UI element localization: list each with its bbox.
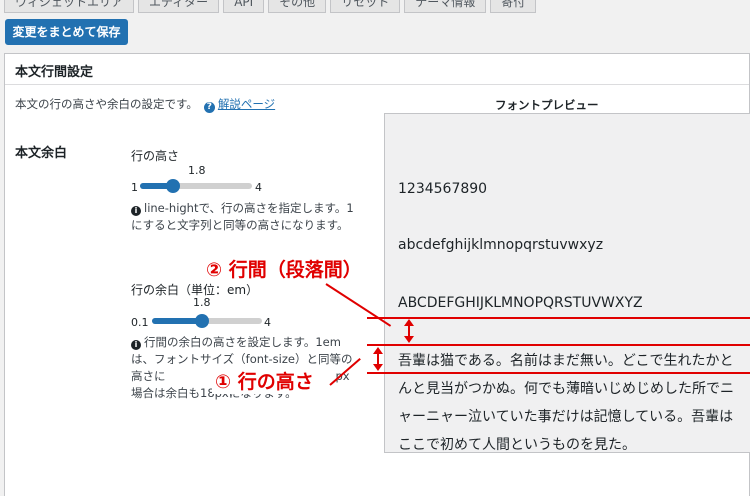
- line-height-max: 4: [255, 181, 262, 194]
- height-arrow-up-icon: [373, 347, 383, 354]
- margin-slider[interactable]: [152, 314, 262, 328]
- line-height-label: 行の高さ: [131, 149, 180, 163]
- preview-title: フォントプレビュー: [495, 98, 599, 112]
- help-link[interactable]: 解説ページ: [218, 97, 275, 111]
- margin-min: 0.1: [131, 316, 149, 329]
- section-divider: [5, 84, 749, 85]
- tab-reset[interactable]: リセット: [330, 0, 401, 13]
- line-height-min: 1: [131, 181, 138, 194]
- body-margin-label: 本文余白: [15, 146, 68, 161]
- margin-slider-thumb[interactable]: [195, 314, 209, 328]
- line-height-slider-thumb[interactable]: [166, 179, 180, 193]
- annotation-line-2: [367, 344, 750, 346]
- annotation-line-1: [367, 317, 750, 319]
- section-title: 本文行間設定: [15, 65, 94, 80]
- tab-other[interactable]: その他: [268, 0, 327, 13]
- preview-line-lowercase: abcdefghijklmnopqrstuvwxyz: [398, 237, 604, 253]
- section-description: 本文の行の高さや余白の設定です。? 解説ページ: [15, 96, 275, 113]
- help-icon: ?: [203, 102, 215, 113]
- settings-tabs: ウィジェットエリア エディター API その他 リセット テーマ情報 寄付: [0, 0, 540, 13]
- tab-api[interactable]: API: [223, 0, 265, 13]
- info-icon: i: [131, 206, 141, 216]
- gap-annotation: ② 行間（段落間）: [203, 258, 365, 282]
- annotation-line-3: [367, 372, 750, 374]
- line-height-annotation: ① 行の高さ: [212, 370, 317, 394]
- tab-editor[interactable]: エディター: [138, 0, 220, 13]
- gap-arrow-down-icon: [404, 336, 414, 343]
- margin-value: 1.8: [193, 296, 211, 309]
- description-text: 本文の行の高さや余白の設定です。: [15, 97, 198, 111]
- preview-paragraph: 吾輩は猫である。名前はまだ無い。どこで生れたかとんと見当がつかぬ。何でも薄暗いじ…: [398, 353, 734, 453]
- tab-donate[interactable]: 寄付: [490, 0, 537, 13]
- preview-line-numbers: 1234567890: [398, 181, 488, 197]
- tab-widget-area[interactable]: ウィジェットエリア: [4, 0, 135, 13]
- line-height-value: 1.8: [188, 164, 206, 177]
- info-icon: i: [131, 340, 141, 350]
- font-preview-box: 1234567890 abcdefghijklmnopqrstuvwxyz AB…: [384, 113, 750, 453]
- height-arrow-down-icon: [373, 364, 383, 371]
- preview-line-uppercase: ABCDEFGHIJKLMNOPQRSTUVWXYZ: [398, 295, 643, 311]
- gap-arrow-up-icon: [404, 319, 414, 326]
- margin-max: 4: [264, 316, 271, 329]
- line-height-note: i line-hightで、行の高さを指定します。1 にすると文字列と同等の高さに…: [131, 201, 354, 232]
- save-all-button[interactable]: 変更をまとめて保存: [5, 19, 128, 45]
- tab-theme-info[interactable]: テーマ情報: [404, 0, 487, 13]
- line-height-slider[interactable]: [140, 179, 252, 193]
